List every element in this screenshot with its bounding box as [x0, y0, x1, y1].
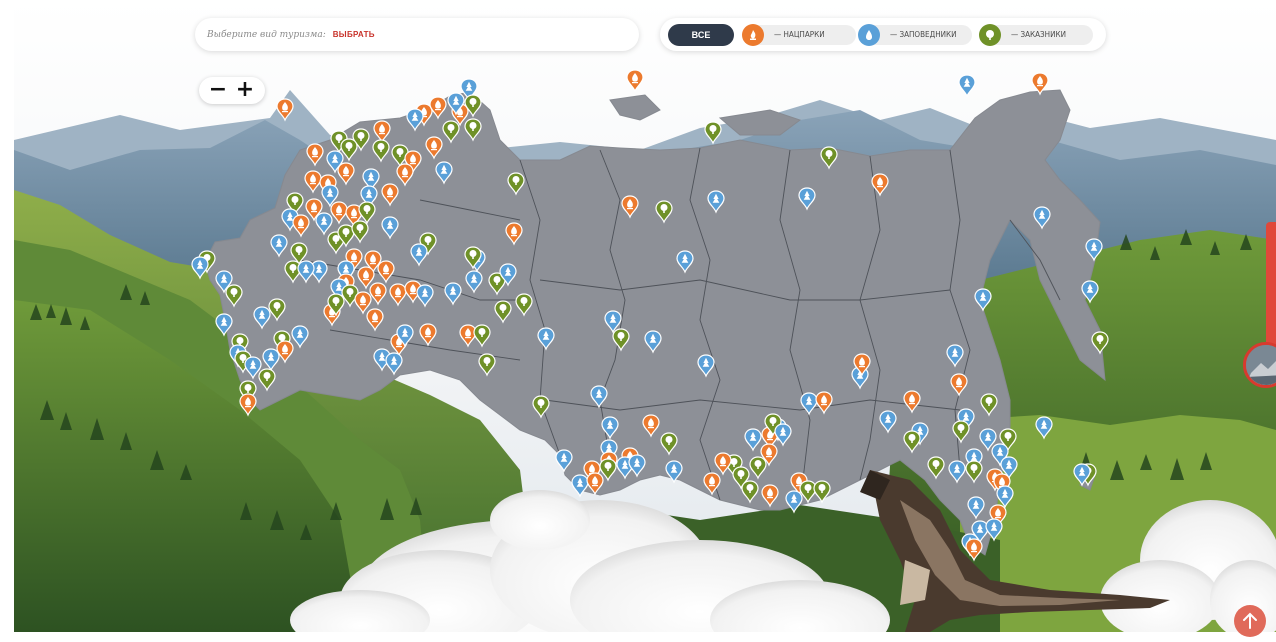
filter-label-sanctuaries: — ЗАКАЗНИКИ: [1011, 30, 1066, 39]
filter-label-national-parks: — НАЦПАРКИ: [774, 30, 825, 39]
map-scene[interactable]: [0, 0, 1276, 642]
choose-button[interactable]: ВЫБРАТЬ: [333, 30, 375, 39]
map-canvas[interactable]: [0, 0, 1276, 642]
zoom-out-button[interactable]: −: [205, 77, 231, 104]
campfire-icon: [742, 24, 764, 46]
filter-sanctuaries[interactable]: — ЗАКАЗНИКИ: [979, 24, 1093, 46]
zoom-in-button[interactable]: +: [232, 77, 258, 104]
filter-label-reserves: — ЗАПОВЕДНИКИ: [890, 30, 957, 39]
tourism-type-prompt: Выберите вид туризма:: [207, 29, 326, 40]
arrow-up-icon: [1243, 612, 1257, 629]
zoom-control: − +: [199, 77, 265, 104]
tourism-type-selector[interactable]: Выберите вид туризма: ВЫБРАТЬ: [195, 18, 639, 51]
drop-icon: [858, 24, 880, 46]
filter-reserves[interactable]: — ЗАПОВЕДНИКИ: [858, 24, 972, 46]
filter-national-parks[interactable]: — НАЦПАРКИ: [742, 24, 856, 46]
tree-icon: [979, 24, 1001, 46]
scroll-up-button[interactable]: [1234, 605, 1266, 637]
filter-all-button[interactable]: ВСЕ: [668, 24, 734, 46]
category-filter-bar: ВСЕ — НАЦПАРКИ — ЗАПОВЕДНИКИ — ЗАКАЗНИКИ: [660, 18, 1106, 51]
